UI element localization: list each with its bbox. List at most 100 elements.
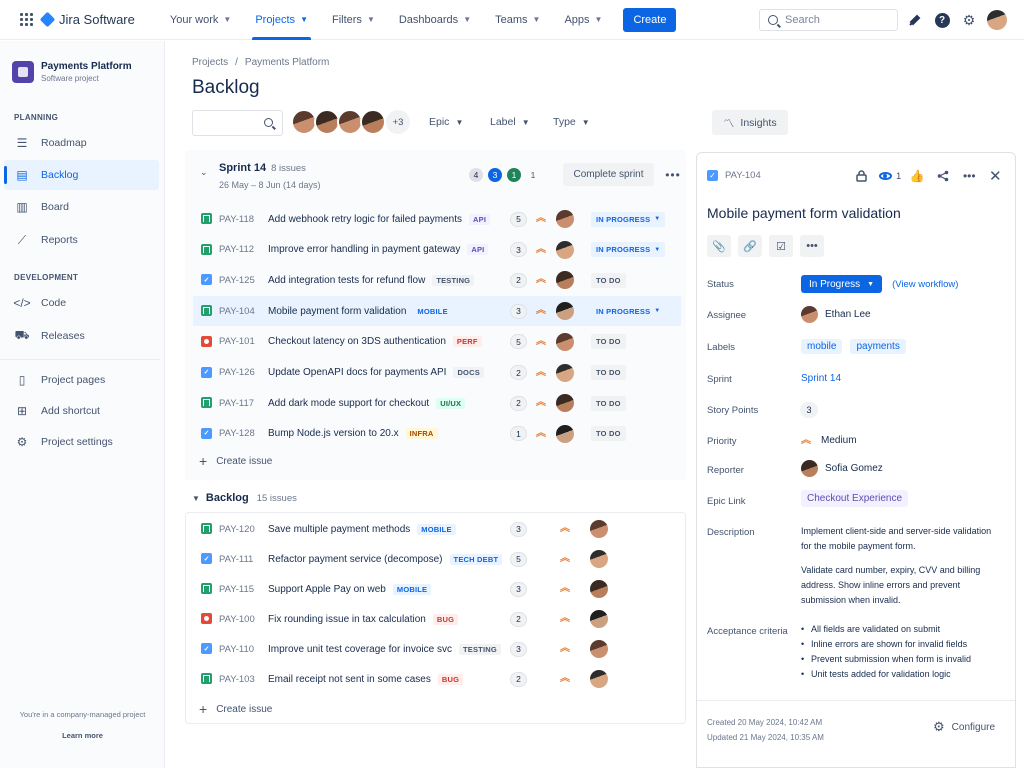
issue-row[interactable]: PAY-120 Save multiple payment methods MOBI… bbox=[193, 514, 681, 544]
issue-title[interactable]: Checkout latency on 3DS authentication PE… bbox=[268, 336, 482, 348]
issue-key[interactable]: PAY-103 bbox=[219, 674, 255, 685]
issue-title[interactable]: Add webhook retry logic for failed payme… bbox=[268, 213, 491, 225]
issue-title[interactable]: Email receipt not sent in some cases BUG bbox=[268, 673, 464, 685]
description-text-2[interactable]: Validate card number, expiry, CVV and bi… bbox=[801, 563, 1001, 608]
more-actions-icon[interactable]: ••• bbox=[959, 166, 979, 186]
lock-icon[interactable] bbox=[851, 166, 871, 186]
sidebar-item-code[interactable]: </> Code bbox=[4, 288, 159, 318]
search-input[interactable]: Search bbox=[759, 9, 898, 31]
sidebar-item-releases[interactable]: ⛟ Releases bbox=[4, 321, 159, 351]
issue-title[interactable]: Support Apple Pay on web MOBILE bbox=[268, 583, 432, 595]
assignee-avatar[interactable] bbox=[590, 550, 608, 568]
nav-your-work[interactable]: Your work ▼ bbox=[161, 0, 240, 40]
notifications-icon[interactable] bbox=[906, 11, 924, 29]
chevron-down-icon[interactable]: ▼ bbox=[192, 494, 200, 503]
sprint-link[interactable]: Sprint 14 bbox=[801, 373, 841, 384]
epic-link-field[interactable]: Checkout Experience bbox=[801, 490, 909, 507]
nav-apps[interactable]: Apps ▼ bbox=[555, 0, 611, 40]
issue-row[interactable]: PAY-104 Mobile payment form validation MOB… bbox=[193, 296, 681, 327]
status-badge[interactable]: IN PROGRESS ▼ bbox=[591, 303, 666, 319]
status-dropdown[interactable]: In Progress ▼ bbox=[801, 275, 883, 293]
issue-key[interactable]: PAY-104 bbox=[219, 306, 255, 317]
configure-button[interactable]: ⚙ Configure bbox=[933, 719, 995, 735]
issue-row[interactable]: PAY-101 Checkout latency on 3DS authentic… bbox=[193, 327, 681, 357]
issue-row[interactable]: ✓ PAY-128 Bump Node.js version to 20.x INFR… bbox=[193, 419, 681, 449]
sidebar-item-add-shortcut[interactable]: ⊞ Add shortcut bbox=[4, 396, 159, 426]
issue-key[interactable]: PAY-101 bbox=[219, 336, 255, 347]
issue-row[interactable]: PAY-112 Improve error handling in payment… bbox=[193, 235, 681, 265]
sidebar-item-backlog[interactable]: ▤ Backlog bbox=[4, 160, 159, 190]
settings-gear-icon[interactable]: ⚙ bbox=[960, 11, 978, 29]
watch-button[interactable]: 1 bbox=[879, 171, 901, 182]
issue-title[interactable]: Fix rounding issue in tax calculation BUG bbox=[268, 613, 459, 625]
issue-title[interactable]: Save multiple payment methods MOBILE bbox=[268, 523, 456, 535]
status-badge[interactable]: TO DO bbox=[591, 272, 626, 288]
more-actions-icon[interactable]: ••• bbox=[661, 163, 685, 186]
epic-filter[interactable]: Epic ▼ bbox=[429, 116, 463, 128]
share-icon[interactable] bbox=[933, 166, 953, 186]
issue-key[interactable]: PAY-128 bbox=[219, 428, 255, 439]
breadcrumb-projects[interactable]: Projects bbox=[192, 57, 228, 68]
sidebar-item-project-pages[interactable]: ▯ Project pages bbox=[4, 365, 159, 395]
description-text-1[interactable]: Implement client-side and server-side va… bbox=[801, 524, 1001, 554]
status-badge[interactable]: IN PROGRESS ▼ bbox=[591, 211, 666, 227]
create-issue-button[interactable]: + Create issue bbox=[199, 453, 272, 469]
priority-field[interactable]: ︽ Medium bbox=[801, 435, 857, 446]
more-avatars-button[interactable]: +3 bbox=[386, 110, 410, 134]
issue-key[interactable]: PAY-120 bbox=[219, 524, 255, 535]
status-badge[interactable]: TO DO bbox=[591, 365, 626, 380]
issue-key[interactable]: PAY-126 bbox=[219, 367, 255, 378]
labels-field[interactable]: mobile payments bbox=[801, 339, 914, 354]
issue-title[interactable]: Mobile payment form validation bbox=[707, 205, 901, 221]
issue-key[interactable]: PAY-125 bbox=[219, 275, 255, 286]
close-icon[interactable]: ✕ bbox=[985, 166, 1005, 186]
nav-filters[interactable]: Filters ▼ bbox=[323, 0, 384, 40]
type-filter[interactable]: Type ▼ bbox=[553, 116, 590, 128]
issue-title[interactable]: Add dark mode support for checkout UI/UX bbox=[268, 397, 466, 409]
create-button[interactable]: Create bbox=[623, 7, 677, 32]
issue-key[interactable]: PAY-110 bbox=[219, 644, 254, 655]
profile-avatar[interactable] bbox=[987, 10, 1007, 30]
issue-key[interactable]: PAY-112 bbox=[219, 244, 254, 255]
assignee-avatar[interactable] bbox=[556, 210, 574, 228]
project-header[interactable]: Payments Platform Software project bbox=[12, 61, 132, 83]
issue-title[interactable]: Improve unit test coverage for invoice s… bbox=[268, 643, 501, 655]
chevron-down-icon[interactable]: ⌄ bbox=[200, 167, 208, 178]
label-chip[interactable]: mobile bbox=[801, 339, 843, 354]
status-badge[interactable]: TO DO bbox=[591, 426, 626, 442]
avatar[interactable] bbox=[360, 109, 386, 135]
assignee-avatar[interactable] bbox=[556, 302, 574, 321]
issue-key[interactable]: PAY-100 bbox=[219, 614, 255, 625]
story-points-field[interactable]: 3 bbox=[800, 402, 818, 418]
child-issue-icon[interactable]: ☑ bbox=[769, 235, 793, 257]
assignee-avatar[interactable] bbox=[590, 640, 608, 658]
issue-row[interactable]: ✓ PAY-126 Update OpenAPI docs for payments… bbox=[193, 358, 681, 388]
issue-title[interactable]: Add integration tests for refund flow TES… bbox=[268, 274, 475, 286]
create-issue-button[interactable]: + Create issue bbox=[199, 701, 272, 717]
issue-title[interactable]: Mobile payment form validation MOBILE bbox=[268, 305, 452, 317]
learn-more-link[interactable]: Learn more bbox=[0, 731, 165, 740]
issue-key[interactable]: PAY-111 bbox=[219, 554, 253, 565]
backlog-search-input[interactable] bbox=[192, 110, 283, 136]
issue-row[interactable]: PAY-117 Add dark mode support for checkou… bbox=[193, 388, 681, 418]
issue-title[interactable]: Refactor payment service (decompose) TECH… bbox=[268, 553, 503, 565]
assignee-avatar[interactable] bbox=[556, 332, 574, 351]
assignee-avatar[interactable] bbox=[590, 610, 608, 628]
issue-row[interactable]: PAY-115 Support Apple Pay on web MOBILE 3 ︽ bbox=[193, 574, 681, 604]
issue-row[interactable]: PAY-103 Email receipt not sent in some ca… bbox=[193, 664, 681, 694]
assignee-avatar[interactable] bbox=[556, 363, 574, 382]
label-filter[interactable]: Label ▼ bbox=[490, 116, 530, 128]
attachment-icon[interactable]: 📎 bbox=[707, 235, 731, 257]
assignee-avatar[interactable] bbox=[556, 271, 574, 290]
label-chip[interactable]: payments bbox=[850, 339, 906, 354]
issue-key[interactable]: PAY-115 bbox=[219, 584, 254, 595]
status-badge[interactable]: TO DO bbox=[591, 395, 626, 411]
sidebar-item-roadmap[interactable]: ☰ Roadmap bbox=[4, 128, 159, 158]
assignee-avatar[interactable] bbox=[556, 424, 574, 443]
complete-sprint-button[interactable]: Complete sprint bbox=[563, 163, 654, 186]
issue-title[interactable]: Update OpenAPI docs for payments API DOCS bbox=[268, 367, 484, 378]
assignee-avatar[interactable] bbox=[590, 670, 608, 688]
issue-title[interactable]: Bump Node.js version to 20.x INFRA bbox=[268, 428, 438, 440]
view-workflow-link[interactable]: (View workflow) bbox=[892, 279, 958, 290]
insights-button[interactable]: 〽 Insights bbox=[712, 110, 788, 135]
